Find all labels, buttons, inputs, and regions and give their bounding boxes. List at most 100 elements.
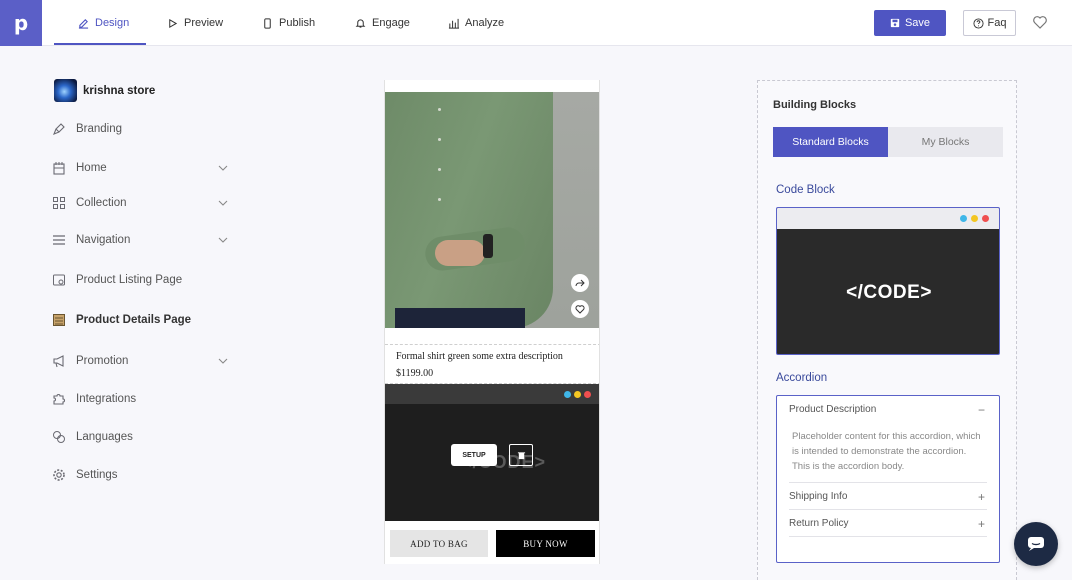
- panel-title: Building Blocks: [773, 99, 857, 111]
- share-button[interactable]: [571, 274, 589, 292]
- tab-publish[interactable]: Publish: [262, 0, 315, 46]
- top-bar: p Design Preview Publish Engage Analyze …: [0, 0, 1072, 46]
- faq-label: Faq: [987, 17, 1007, 29]
- code-block-card[interactable]: </CODE>: [776, 207, 1000, 355]
- pants-shape: [395, 308, 525, 328]
- sidebar-item-home[interactable]: Home: [52, 158, 232, 178]
- product-image[interactable]: [385, 92, 599, 328]
- tab-label: Engage: [372, 17, 410, 29]
- expand-icon: +: [977, 490, 985, 504]
- sidebar-item-settings[interactable]: Settings: [52, 465, 232, 485]
- sidebar-item-promotion[interactable]: Promotion: [52, 351, 232, 371]
- dot: [584, 391, 591, 398]
- help-circle-icon: [972, 17, 984, 29]
- store-switcher[interactable]: krishna store: [54, 79, 155, 102]
- chevron-down-icon: [218, 200, 228, 206]
- code-block-label: Code Block: [776, 184, 835, 196]
- active-tab-indicator: [54, 43, 146, 45]
- accordion-item[interactable]: Return Policy +: [789, 510, 987, 537]
- tab-engage[interactable]: Engage: [355, 0, 410, 46]
- chevron-down-icon: [218, 237, 228, 243]
- buy-now-button[interactable]: BUY NOW: [496, 530, 595, 557]
- code-block-preview[interactable]: </CODE> SETUP: [385, 384, 599, 521]
- accordion-item-title: Product Description: [789, 404, 877, 415]
- code-block-text: </CODE>: [846, 281, 932, 303]
- window-dots: [960, 215, 989, 222]
- accordion-card[interactable]: Product Description − Placeholder conten…: [776, 395, 1000, 563]
- app-logo[interactable]: p: [0, 0, 42, 46]
- accordion-label: Accordion: [776, 372, 828, 384]
- store-avatar: [54, 79, 77, 102]
- chat-support-button[interactable]: [1014, 522, 1058, 566]
- shirt-button-dot: [438, 198, 441, 201]
- store-name: krishna store: [83, 84, 156, 97]
- play-icon: [169, 18, 178, 28]
- translate-icon: [52, 430, 66, 444]
- cta-bar: ADD TO BAG BUY NOW: [385, 521, 599, 564]
- sidebar-item-product-details-page[interactable]: Product Details Page: [52, 310, 232, 330]
- faq-button[interactable]: Faq: [963, 10, 1016, 36]
- sidebar-item-collection[interactable]: Collection: [52, 193, 232, 213]
- sidebar: krishna store Branding Home Collection N…: [0, 46, 260, 580]
- sidebar-item-navigation[interactable]: Navigation: [52, 230, 232, 250]
- sidebar-item-branding[interactable]: Branding: [52, 119, 232, 139]
- sidebar-item-label: Branding: [76, 123, 123, 135]
- save-icon: [890, 18, 900, 28]
- tab-label: Preview: [184, 17, 224, 29]
- heart-icon[interactable]: [1032, 14, 1048, 30]
- dot: [574, 391, 581, 398]
- add-to-bag-button[interactable]: ADD TO BAG: [390, 530, 488, 557]
- tab-standard-blocks[interactable]: Standard Blocks: [773, 127, 888, 157]
- edit-icon: [78, 18, 89, 29]
- shirt-button-dot: [438, 168, 441, 171]
- accordion-item[interactable]: Product Description −: [789, 396, 987, 423]
- tab-preview[interactable]: Preview: [167, 0, 223, 46]
- phone-icon: [264, 17, 271, 29]
- accordion-item-title: Return Policy: [789, 517, 849, 529]
- sidebar-item-label: Navigation: [76, 234, 131, 246]
- dot: [971, 215, 978, 222]
- sidebar-item-integrations[interactable]: Integrations: [52, 389, 232, 409]
- tab-design[interactable]: Design: [78, 0, 129, 46]
- chat-icon: [1028, 537, 1044, 551]
- setup-button[interactable]: SETUP: [451, 444, 497, 466]
- sidebar-item-label: Integrations: [76, 393, 137, 405]
- sidebar-item-product-listing-page[interactable]: Product Listing Page: [52, 270, 232, 290]
- chevron-down-icon: [218, 358, 228, 364]
- details-page-icon: [52, 313, 66, 327]
- accordion-item[interactable]: Shipping Info +: [789, 483, 987, 510]
- wishlist-button[interactable]: [571, 300, 589, 318]
- sidebar-item-languages[interactable]: Languages: [52, 427, 232, 447]
- accordion-body: Placeholder content for this accordion, …: [789, 423, 987, 483]
- chevron-down-icon: [218, 165, 228, 171]
- tab-label: Analyze: [465, 17, 505, 29]
- watch-shape: [483, 234, 493, 258]
- phone-preview: Formal shirt green some extra descriptio…: [384, 80, 600, 564]
- shirt-shape: [385, 92, 553, 328]
- brush-icon: [52, 122, 66, 136]
- collapse-icon: −: [977, 403, 985, 417]
- tab-label: Publish: [279, 17, 316, 29]
- heart-icon: [575, 305, 585, 314]
- blocks-tab-switch: Standard Blocks My Blocks: [773, 127, 1003, 157]
- accordion-item-title: Shipping Info: [789, 490, 848, 502]
- dot: [564, 391, 571, 398]
- sidebar-item-label: Home: [76, 162, 107, 174]
- save-button[interactable]: Save: [874, 10, 946, 36]
- delete-block-button[interactable]: [509, 444, 533, 466]
- shirt-button-dot: [438, 138, 441, 141]
- product-price: $1199.00: [396, 368, 434, 379]
- share-icon: [575, 279, 585, 287]
- building-icon: [52, 161, 66, 175]
- expand-icon: +: [977, 517, 985, 531]
- sidebar-item-label: Languages: [76, 431, 133, 443]
- menu-list-icon: [52, 233, 66, 247]
- sidebar-item-label: Product Listing Page: [76, 274, 183, 286]
- tab-my-blocks[interactable]: My Blocks: [888, 127, 1003, 157]
- sidebar-item-label: Collection: [76, 197, 127, 209]
- megaphone-icon: [52, 354, 66, 368]
- tab-analyze[interactable]: Analyze: [448, 0, 504, 46]
- grid-icon: [52, 196, 66, 210]
- sidebar-item-label: Promotion: [76, 355, 129, 367]
- product-info: Formal shirt green some extra descriptio…: [385, 344, 599, 384]
